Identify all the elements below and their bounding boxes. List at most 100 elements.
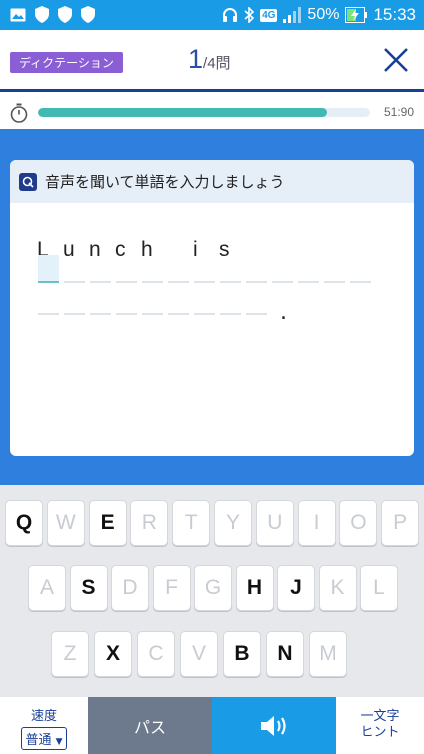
hint-label-line-1: 一文字 [360,709,400,724]
quiz-header: ディクテーション 1/4問 [0,30,424,92]
battery-percent: 50% [307,6,340,23]
letter-blank[interactable] [220,313,241,315]
sentence-letter: c [115,238,126,261]
letter-blank[interactable] [324,281,345,283]
image-notification-icon [10,8,26,21]
stopwatch-icon [10,103,28,123]
sentence-letter: s [219,238,230,261]
letter-blank[interactable] [194,313,215,315]
network-type-badge: 4G [260,8,278,22]
letter-blank[interactable] [350,281,371,283]
headphones-icon [223,8,238,22]
key-q[interactable]: Q [5,500,43,546]
key-t[interactable]: T [172,500,211,546]
letter-blank[interactable] [64,313,85,315]
letter-keyboard: QWERTYUIOP ASDFGHJKL ZXCVBNM [0,485,424,697]
answer-blanks-row-2[interactable] [38,296,272,315]
question-card: 音声を聞いて単語を入力しましょう Lunchis . [10,160,414,456]
answer-blanks-row-1[interactable] [38,255,376,283]
sentence-period: . [280,300,287,325]
speed-value: 普通 [25,733,52,748]
key-i[interactable]: I [297,500,336,546]
letter-blank[interactable] [220,281,241,283]
timer-value: 51:90 [383,105,414,119]
letter-blank[interactable] [298,281,319,283]
key-o[interactable]: O [339,500,378,546]
letter-blank[interactable] [168,281,189,283]
key-x[interactable]: X [94,631,132,677]
letter-blank[interactable] [116,313,137,315]
key-w[interactable]: W [46,500,85,546]
key-e[interactable]: E [88,500,127,546]
key-p[interactable]: P [381,500,420,546]
question-icon [19,172,37,191]
total-questions: /4問 [203,55,231,72]
battery-charging-icon [345,7,368,23]
key-l[interactable]: L [360,565,398,611]
key-y[interactable]: Y [214,500,252,546]
key-s[interactable]: S [69,565,108,611]
hint-label-line-2: ヒント [360,725,400,740]
play-audio-button[interactable] [212,697,336,754]
letter-blank[interactable] [142,281,163,283]
instruction-text: 音声を聞いて単語を入力しましょう [45,173,285,191]
key-r[interactable]: R [130,500,169,546]
letter-blank[interactable] [194,281,215,283]
key-z[interactable]: Z [51,631,89,677]
question-area: 音声を聞いて単語を入力しましょう Lunchis . [0,129,424,485]
key-d[interactable]: D [111,565,149,611]
notification-icons [10,6,95,23]
timer-row: 51:90 [0,95,424,129]
bluetooth-icon [244,7,255,23]
clock: 15:33 [373,5,416,24]
shield-notification-icon [81,6,95,23]
system-status: 4G 50% 15:33 [222,5,416,25]
speed-control: 速度 普通 ▼ [0,697,88,754]
key-g[interactable]: G [194,565,232,611]
signal-icon [283,7,302,23]
question-counter: 1/4問 [188,44,231,75]
key-f[interactable]: F [152,565,191,611]
sentence-letter: n [89,238,101,261]
current-question-number: 1 [188,44,204,74]
status-bar: 4G 50% 15:33 [0,0,424,30]
one-letter-hint-button[interactable]: 一文字 ヒント [336,697,424,754]
bottom-action-bar: 速度 普通 ▼ パス 一文字 ヒント [0,697,424,754]
timer-progress-bar [38,108,370,117]
timer-progress-fill [38,108,327,117]
key-c[interactable]: C [137,631,175,677]
sentence-letter: i [193,238,198,261]
letter-blank[interactable] [246,281,267,283]
key-m[interactable]: M [309,631,347,677]
key-u[interactable]: U [255,500,294,546]
letter-blank[interactable] [272,281,293,283]
letter-blank[interactable] [116,281,137,283]
shield-notification-icon [58,6,72,23]
dropdown-arrow-icon: ▼ [55,737,63,747]
letter-blank[interactable] [142,313,163,315]
letter-blank[interactable] [246,313,267,315]
letter-blank[interactable] [168,313,189,315]
letter-blank[interactable] [64,281,85,283]
key-a[interactable]: A [28,565,66,611]
key-k[interactable]: K [318,565,357,611]
letter-blank[interactable] [90,281,111,283]
letter-blank[interactable] [90,313,111,315]
given-sentence: Lunchis [37,238,245,262]
sentence-letter: u [63,238,75,261]
speaker-icon [261,715,286,736]
key-n[interactable]: N [266,631,304,677]
key-b[interactable]: B [223,631,261,677]
card-title-bar: 音声を聞いて単語を入力しましょう [10,160,414,203]
speed-select[interactable]: 普通 ▼ [21,727,67,750]
key-v[interactable]: V [180,631,218,677]
letter-blank[interactable] [38,313,59,315]
pass-button[interactable]: パス [88,697,212,754]
close-icon[interactable] [382,46,410,74]
speed-label: 速度 [30,709,57,724]
shield-notification-icon [35,6,49,23]
mode-badge: ディクテーション [10,52,123,73]
key-j[interactable]: J [277,565,315,611]
active-letter-blank[interactable] [38,255,59,283]
key-h[interactable]: H [235,565,274,611]
